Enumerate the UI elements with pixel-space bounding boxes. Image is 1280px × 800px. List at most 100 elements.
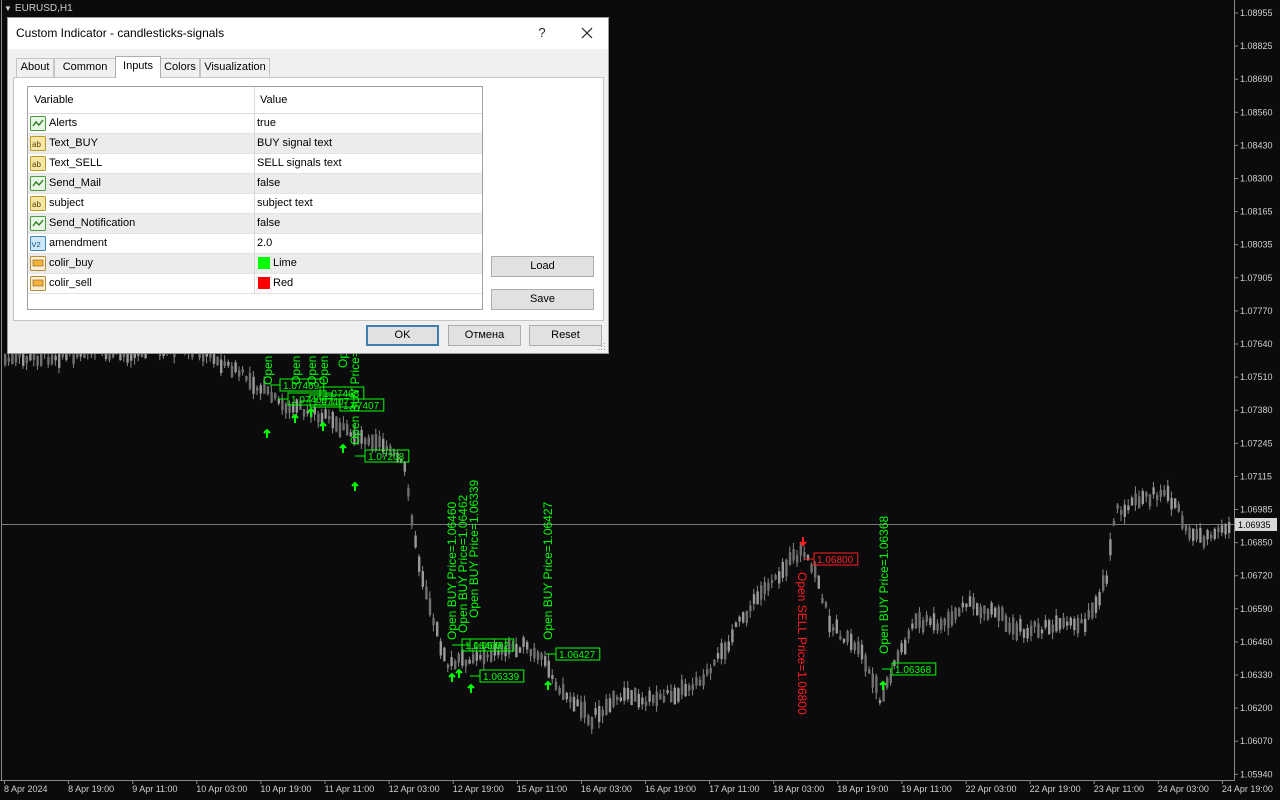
- candle-body: [760, 585, 763, 600]
- input-value[interactable]: Lime: [273, 257, 297, 269]
- buy-signal-text: Open: [289, 356, 303, 385]
- input-variable-name: subject: [49, 197, 84, 209]
- input-row-colir-sell[interactable]: colir_sell Red: [28, 274, 482, 294]
- price-axis-label: 1.06985: [1240, 505, 1273, 515]
- color-icon: [30, 256, 46, 271]
- input-row-subject[interactable]: ab subject subject text: [28, 194, 482, 214]
- input-value[interactable]: false: [257, 217, 280, 229]
- candle-body: [342, 423, 345, 431]
- candle-body: [965, 603, 968, 608]
- candle-body: [914, 613, 918, 629]
- candle-body: [461, 649, 464, 666]
- candle-body: [436, 622, 439, 637]
- candle-body: [662, 695, 666, 703]
- candle-body: [1109, 539, 1112, 556]
- candle-body: [367, 437, 370, 445]
- input-row-send-notification[interactable]: Send_Notification false: [28, 214, 482, 234]
- bool-icon: [30, 216, 46, 231]
- save-button[interactable]: Save: [491, 289, 594, 310]
- input-value[interactable]: false: [257, 177, 280, 189]
- time-axis-label: 15 Apr 11:00: [517, 784, 567, 794]
- close-button[interactable]: [576, 22, 598, 44]
- input-row-alerts[interactable]: Alerts true: [28, 114, 482, 134]
- input-value[interactable]: subject text: [257, 197, 313, 209]
- input-value[interactable]: Red: [273, 277, 293, 289]
- candle-body: [450, 657, 453, 667]
- candle-body: [25, 356, 28, 364]
- reset-button[interactable]: Reset: [529, 325, 602, 346]
- candle-body: [533, 647, 536, 659]
- tab-inputs[interactable]: Inputs: [115, 56, 161, 78]
- candle-body: [522, 637, 525, 647]
- candle-body: [1058, 618, 1062, 630]
- candle-body: [932, 613, 936, 631]
- current-price-tag: 1.06935: [1235, 518, 1277, 531]
- resize-grip-icon[interactable]: [598, 343, 606, 351]
- candle-body: [616, 696, 619, 701]
- candle-body: [457, 653, 460, 663]
- dialog-titlebar[interactable]: Custom Indicator - candlesticks-signals …: [8, 18, 608, 49]
- tab-colors[interactable]: Colors: [160, 58, 200, 77]
- candle-body: [227, 361, 230, 366]
- time-axis-label: 10 Apr 03:00: [196, 784, 247, 794]
- candle-body: [860, 644, 864, 660]
- column-variable[interactable]: Variable: [34, 94, 74, 106]
- tab-visualization[interactable]: Visualization: [200, 58, 270, 77]
- candle-body: [763, 582, 766, 595]
- input-row-text-sell[interactable]: ab Text_SELL SELL signals text: [28, 154, 482, 174]
- candle-body: [601, 709, 604, 717]
- inputs-panel: Variable Value Alerts true ab Text_BUY BUY s…: [13, 77, 604, 321]
- input-variable-name: colir_sell: [49, 277, 92, 289]
- candle-body: [4, 354, 7, 366]
- input-row-colir-buy[interactable]: colir_buy Lime: [28, 254, 482, 274]
- candle-body: [634, 688, 637, 702]
- time-axis-label: 23 Apr 11:00: [1094, 784, 1144, 794]
- input-variable-name: Alerts: [49, 117, 78, 129]
- input-row-amendment[interactable]: V2 amendment 2.0: [28, 234, 482, 254]
- tab-about[interactable]: About: [16, 58, 54, 77]
- candle-body: [792, 548, 795, 561]
- candle-body: [688, 685, 691, 691]
- color-swatch[interactable]: [258, 257, 270, 269]
- help-button[interactable]: ?: [531, 22, 553, 44]
- candle-body: [378, 436, 381, 448]
- color-swatch[interactable]: [258, 277, 270, 289]
- candle-body: [1177, 504, 1180, 512]
- candle-body: [1076, 617, 1080, 634]
- candle-body: [403, 461, 406, 472]
- input-value[interactable]: 2.0: [257, 237, 272, 249]
- candle-body: [425, 586, 428, 600]
- candle-body: [929, 618, 932, 625]
- input-value[interactable]: true: [257, 117, 276, 129]
- candle-body: [868, 669, 871, 674]
- buy-signal-text: Open BUY Price=1.06427: [541, 501, 555, 640]
- input-row-send-mail[interactable]: Send_Mail false: [28, 174, 482, 194]
- candle-body: [1134, 493, 1137, 506]
- candle-body: [742, 612, 745, 623]
- input-row-text-buy[interactable]: ab Text_BUY BUY signal text: [28, 134, 482, 154]
- input-value[interactable]: SELL signals text: [257, 157, 342, 169]
- time-axis-label: 16 Apr 19:00: [645, 784, 696, 794]
- input-value[interactable]: BUY signal text: [257, 137, 332, 149]
- tab-common[interactable]: Common: [54, 58, 116, 77]
- candle-body: [248, 372, 252, 390]
- candle-body: [1080, 619, 1083, 624]
- price-axis-label: 1.07510: [1240, 372, 1273, 382]
- candle-body: [731, 629, 734, 643]
- buy-price-tag-label: 1.07208: [368, 452, 405, 463]
- candle-body: [695, 677, 698, 686]
- cancel-button[interactable]: Отмена: [448, 325, 521, 346]
- candle-body: [659, 693, 662, 700]
- candle-body: [641, 697, 644, 705]
- input-variable-name: Text_BUY: [49, 137, 98, 149]
- candle-body: [1192, 528, 1195, 542]
- load-button[interactable]: Load: [491, 256, 594, 277]
- candle-body: [799, 544, 802, 556]
- candle-body: [443, 647, 446, 661]
- time-axis-label: 10 Apr 19:00: [260, 784, 311, 794]
- ok-button[interactable]: OK: [366, 325, 439, 346]
- chart-menu-icon[interactable]: ▼: [4, 4, 12, 13]
- price-axis-label: 1.06590: [1240, 604, 1273, 614]
- column-value[interactable]: Value: [260, 94, 287, 106]
- candle-body: [252, 376, 255, 394]
